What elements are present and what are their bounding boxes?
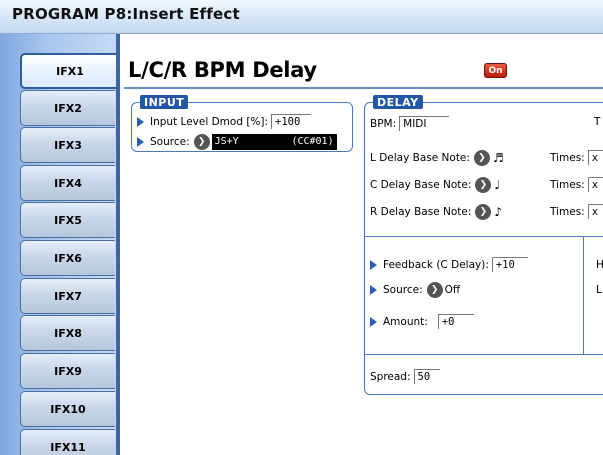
r-times-label: Times: [550, 205, 585, 218]
tab-ifx8[interactable]: IFX8 [20, 315, 115, 351]
bpm-value[interactable]: MIDI [399, 116, 450, 131]
tab-ifx2[interactable]: IFX2 [20, 90, 115, 126]
input-source-cc: (CC#01) [291, 136, 334, 147]
ifx-tab-column: IFX1 IFX2 IFX3 IFX4 IFX5 IFX6 IFX7 IFX8 … [0, 34, 118, 455]
l-note-popup-icon[interactable]: ❯ [473, 150, 490, 166]
r-delay-label: R Delay Base Note: [370, 206, 472, 218]
page-title: PROGRAM P8:Insert Effect [12, 5, 240, 23]
l-times-row: Times: x [550, 150, 603, 165]
bpm-row: BPM: MIDI [370, 116, 450, 131]
c-times-value[interactable]: x [587, 177, 603, 192]
source-popup-icon[interactable]: ❯ [193, 134, 210, 150]
input-source-select[interactable]: JS+Y (CC#01) [211, 134, 337, 150]
r-note-icon: ♪ [494, 205, 503, 219]
delay-group-title: DELAY [373, 95, 423, 109]
delay-group: DELAY [364, 95, 603, 395]
spread-row: Spread: 50 [370, 369, 440, 384]
bpm-label: BPM: [370, 117, 397, 130]
input-level-row: Input Level Dmod [%]: +100 [137, 114, 312, 129]
c-times-row: Times: x [550, 177, 603, 192]
fb-source-row: Source: ❯ Off [370, 282, 460, 298]
spread-value[interactable]: 50 [413, 369, 440, 384]
tab-ifx6[interactable]: IFX6 [20, 240, 115, 276]
right-col-h: H [596, 259, 603, 271]
r-times-row: Times: x [550, 204, 603, 219]
spread-label: Spread: [370, 370, 411, 383]
input-level-value[interactable]: +100 [271, 114, 312, 129]
tab-ifx9[interactable]: IFX9 [20, 353, 115, 389]
amount-value[interactable]: +0 [437, 314, 474, 329]
r-delay-row: R Delay Base Note: ❯ ♪ [370, 204, 502, 220]
title-divider [124, 87, 603, 89]
input-level-label: Input Level Dmod [%]: [150, 115, 269, 128]
mod-indicator-icon [370, 316, 377, 327]
effect-name: L/C/R BPM Delay [128, 58, 317, 82]
delay-divider-h [364, 236, 603, 237]
screen: PROGRAM P8:Insert Effect IFX1 IFX2 IFX3 … [0, 0, 603, 455]
input-group-title: INPUT [140, 95, 189, 109]
page-header: PROGRAM P8:Insert Effect [0, 0, 603, 34]
right-col-l: L [596, 284, 602, 296]
c-delay-label: C Delay Base Note: [370, 179, 472, 191]
fb-source-label: Source: [383, 284, 423, 296]
feedback-value[interactable]: +10 [491, 257, 528, 272]
mod-indicator-icon [370, 259, 377, 270]
times-header-partial: T [594, 116, 601, 128]
l-times-value[interactable]: x [587, 150, 603, 165]
tab-ifx1[interactable]: IFX1 [20, 53, 118, 89]
mod-indicator-icon [137, 116, 144, 127]
r-times-value[interactable]: x [587, 204, 603, 219]
l-delay-label: L Delay Base Note: [370, 152, 470, 164]
c-delay-row: C Delay Base Note: ❯ ♩ [370, 177, 500, 193]
main-panel: L/C/R BPM Delay On INPUT Input Level Dmo… [120, 34, 603, 455]
fb-source-value[interactable]: Off [445, 284, 461, 296]
tab-ifx4[interactable]: IFX4 [20, 165, 115, 201]
delay-divider-v [583, 236, 584, 354]
tab-ifx10[interactable]: IFX10 [20, 391, 115, 427]
delay-divider-h2 [364, 354, 603, 355]
input-source-label: Source: [150, 136, 190, 148]
amount-row: Amount: +0 [370, 314, 474, 329]
c-times-label: Times: [550, 178, 585, 191]
tab-ifx3[interactable]: IFX3 [20, 127, 115, 163]
r-note-popup-icon[interactable]: ❯ [475, 204, 492, 220]
tab-ifx5[interactable]: IFX5 [20, 202, 115, 238]
tab-ifx7[interactable]: IFX7 [20, 278, 115, 314]
l-times-label: Times: [550, 151, 585, 164]
tab-ifx11[interactable]: IFX11 [20, 429, 115, 455]
c-note-popup-icon[interactable]: ❯ [475, 177, 492, 193]
l-note-icon: ♬ [492, 151, 504, 165]
feedback-label: Feedback (C Delay): [383, 258, 489, 271]
amount-label: Amount: [383, 315, 428, 328]
c-note-icon: ♩ [494, 178, 501, 192]
input-source-value: JS+Y [214, 136, 239, 147]
mod-indicator-icon [137, 137, 144, 147]
mod-indicator-icon [370, 285, 377, 295]
input-source-row: Source: ❯ JS+Y (CC#01) [137, 134, 337, 150]
fb-source-popup-icon[interactable]: ❯ [426, 282, 443, 298]
l-delay-row: L Delay Base Note: ❯ ♬ [370, 150, 504, 166]
effect-on-button[interactable]: On [484, 63, 507, 78]
feedback-row: Feedback (C Delay): +10 [370, 257, 528, 272]
